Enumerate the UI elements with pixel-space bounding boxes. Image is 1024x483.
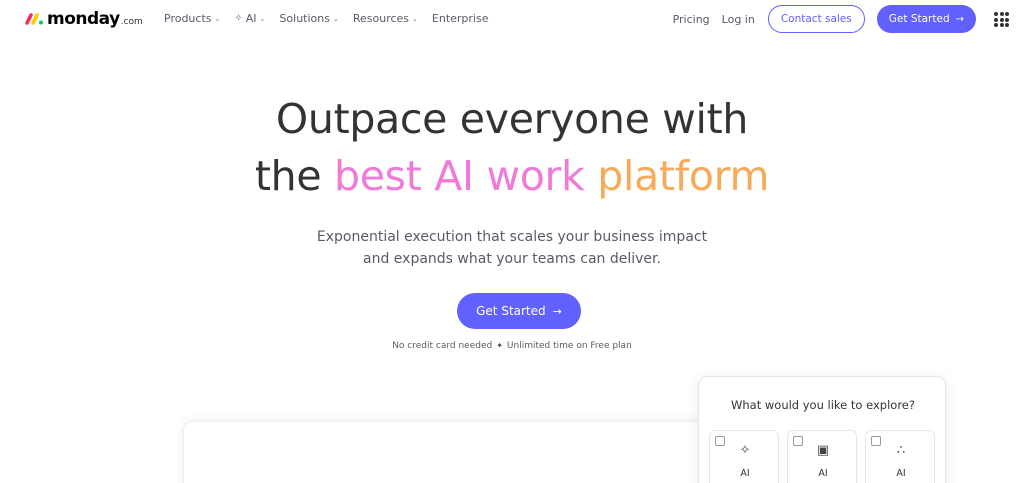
explore-option-label: AI <box>818 468 828 479</box>
sparkle-separator-icon: ✦ <box>496 341 503 350</box>
nav-solutions-label: Solutions <box>279 12 330 25</box>
nav-products-label: Products <box>164 12 212 25</box>
explore-option-2[interactable]: ▣ AI <box>787 430 857 483</box>
note-no-credit-card: No credit card needed <box>392 341 493 351</box>
chevron-down-icon: ⌄ <box>259 14 266 23</box>
hero-headline-highlight-pink: best AI work <box>334 152 585 200</box>
top-navbar: monday .com Products ⌄ ✧ AI ⌄ Solutions … <box>0 0 1024 38</box>
explore-option-3[interactable]: ∴ AI <box>865 430 935 483</box>
note-free-plan: Unlimited time on Free plan <box>506 341 632 351</box>
contact-sales-label: Contact sales <box>780 13 852 25</box>
explore-title: What would you like to explore? <box>731 398 915 412</box>
ai-workflow-icon: ∴ <box>896 443 906 458</box>
arrow-right-icon: → <box>955 13 964 25</box>
product-preview-card <box>183 421 743 483</box>
nav-enterprise[interactable]: Enterprise <box>432 12 489 25</box>
hero-get-started-button[interactable]: Get Started → <box>457 293 581 329</box>
monday-logo[interactable]: monday .com <box>24 9 143 29</box>
explore-option-1[interactable]: ✧ AI <box>709 430 779 483</box>
chevron-down-icon: ⌄ <box>332 14 339 23</box>
header-get-started-button[interactable]: Get Started → <box>876 5 976 33</box>
sparkle-icon: ✧ <box>739 443 751 458</box>
hero-headline-line1: Outpace everyone with <box>275 95 749 143</box>
explore-option-label: AI <box>896 468 906 479</box>
explore-option-label: AI <box>740 468 750 479</box>
hero-note: No credit card needed ✦ Unlimited time on … <box>0 341 1024 351</box>
nav-ai-label: AI <box>245 12 257 25</box>
sparkle-icon: ✧ <box>234 13 243 24</box>
hero-headline-line2: the best AI work platform <box>0 152 1024 200</box>
pricing-link[interactable]: Pricing <box>673 13 710 26</box>
nav-solutions[interactable]: Solutions ⌄ <box>279 12 338 25</box>
header-get-started-label: Get Started <box>888 13 950 25</box>
explore-panel: What would you like to explore? ✧ AI ▣ A… <box>698 376 946 483</box>
hero-subtitle-line2: and expands what your teams can deliver. <box>363 251 661 267</box>
nav-enterprise-label: Enterprise <box>431 12 489 25</box>
ai-builder-icon: ▣ <box>816 443 830 458</box>
monday-logo-icon <box>25 13 43 25</box>
chevron-down-icon: ⌄ <box>412 14 418 23</box>
hero-get-started-label: Get Started <box>476 304 546 318</box>
contact-sales-button[interactable]: Contact sales <box>767 5 865 33</box>
nav-resources[interactable]: Resources ⌄ <box>353 12 418 25</box>
header-actions: Pricing Log in Contact sales Get Started… <box>673 5 1009 33</box>
hero-subtitle-line1: Exponential execution that scales your b… <box>316 229 708 245</box>
login-link[interactable]: Log in <box>722 13 755 26</box>
logo-wordmark: monday <box>47 9 120 29</box>
nav-ai[interactable]: ✧ AI ⌄ <box>234 12 265 25</box>
hero-headline-highlight-orange: platform <box>597 152 770 200</box>
logo-suffix: .com <box>120 16 143 27</box>
main-nav: Products ⌄ ✧ AI ⌄ Solutions ⌄ Resources … <box>164 12 503 25</box>
hero-headline-prefix: the <box>254 152 322 200</box>
apps-grid-icon[interactable] <box>994 12 1009 27</box>
nav-products[interactable]: Products ⌄ <box>164 12 220 25</box>
arrow-right-icon: → <box>552 304 562 318</box>
nav-resources-label: Resources <box>352 12 410 25</box>
chevron-down-icon: ⌄ <box>214 14 221 23</box>
